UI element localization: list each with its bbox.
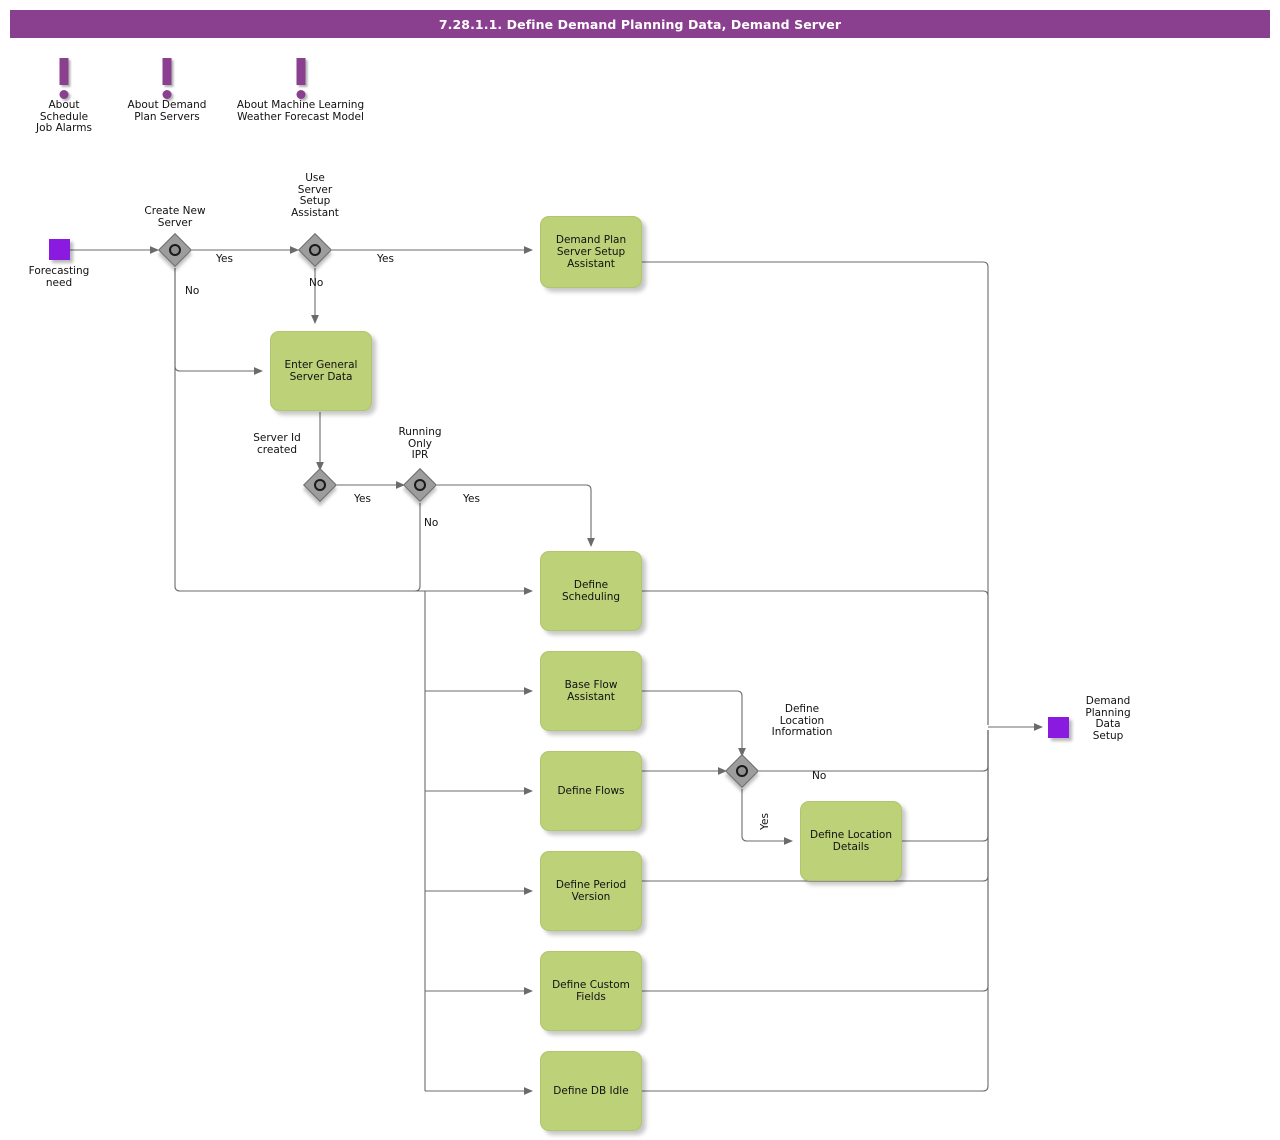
gateway-running-only-ipr-label: Running Only IPR xyxy=(398,426,442,461)
annotation-ml-weather-forecast[interactable]: About Machine Learning Weather Forecast … xyxy=(223,56,378,123)
gateway-define-location-information[interactable] xyxy=(725,754,759,788)
gateway-use-server-setup-assistant-label: Use Server Setup Assistant xyxy=(291,172,339,219)
inclusive-gateway-ring-icon xyxy=(314,479,326,491)
flow-label-use-assistant-yes: Yes xyxy=(377,253,394,265)
flow-label-location-info-no: No xyxy=(812,770,827,782)
flow-label-use-assistant-no: No xyxy=(309,277,324,289)
gateway-server-id-created-label: Server Id created xyxy=(253,432,301,456)
start-event-forecasting-need[interactable] xyxy=(49,239,70,260)
task-demand-plan-server-setup-assistant[interactable]: Demand Plan Server Setup Assistant xyxy=(540,216,642,288)
exclamation-icon xyxy=(14,56,114,100)
gateway-create-new-server[interactable] xyxy=(158,233,192,267)
task-label: Base Flow Assistant xyxy=(564,679,618,703)
exclamation-icon xyxy=(223,56,378,100)
task-label: Define Period Version xyxy=(555,879,627,903)
flow-label-running-only-ipr-no: No xyxy=(424,517,439,529)
gateway-create-new-server-label: Create New Server xyxy=(144,205,206,229)
task-label: Define Scheduling xyxy=(561,579,621,603)
flow-label-server-id-created-yes: Yes xyxy=(354,493,371,505)
diagram-canvas: 7.28.1.1. Define Demand Planning Data, D… xyxy=(0,0,1280,1140)
inclusive-gateway-ring-icon xyxy=(169,244,181,256)
flow-label-running-only-ipr-yes: Yes xyxy=(463,493,480,505)
annotation-label: About Schedule Job Alarms xyxy=(36,99,92,134)
task-define-location-details[interactable]: Define Location Details xyxy=(800,801,902,881)
gateway-use-server-setup-assistant[interactable] xyxy=(298,233,332,267)
task-enter-general-server-data[interactable]: Enter General Server Data xyxy=(270,331,372,411)
task-label: Demand Plan Server Setup Assistant xyxy=(555,234,627,270)
task-define-scheduling[interactable]: Define Scheduling xyxy=(540,551,642,631)
annotation-schedule-job-alarms[interactable]: About Schedule Job Alarms xyxy=(14,56,114,135)
task-label: Define Custom Fields xyxy=(552,979,630,1003)
start-event-label: Forecasting need xyxy=(28,265,90,289)
task-label: Enter General Server Data xyxy=(284,359,358,383)
page-title: 7.28.1.1. Define Demand Planning Data, D… xyxy=(438,16,842,32)
gateway-running-only-ipr[interactable] xyxy=(403,468,437,502)
end-event-label: Demand Planning Data Setup xyxy=(1085,695,1131,742)
task-define-db-idle[interactable]: Define DB Idle xyxy=(540,1051,642,1131)
gateway-server-id-created[interactable] xyxy=(303,468,337,502)
task-define-period-version[interactable]: Define Period Version xyxy=(540,851,642,931)
annotation-demand-plan-servers[interactable]: About Demand Plan Servers xyxy=(112,56,222,123)
task-label: Define Location Details xyxy=(809,829,893,853)
task-label: Define Flows xyxy=(557,785,625,797)
gateway-define-location-information-label: Define Location Information xyxy=(771,703,833,738)
page-title-bar: 7.28.1.1. Define Demand Planning Data, D… xyxy=(10,10,1270,38)
inclusive-gateway-ring-icon xyxy=(736,765,748,777)
task-define-custom-fields[interactable]: Define Custom Fields xyxy=(540,951,642,1031)
exclamation-icon xyxy=(112,56,222,100)
task-base-flow-assistant[interactable]: Base Flow Assistant xyxy=(540,651,642,731)
task-label: Define DB Idle xyxy=(553,1085,629,1097)
inclusive-gateway-ring-icon xyxy=(414,479,426,491)
flow-label-location-info-yes: Yes xyxy=(759,813,771,830)
task-define-flows[interactable]: Define Flows xyxy=(540,751,642,831)
annotation-label: About Machine Learning Weather Forecast … xyxy=(236,99,365,123)
annotation-label: About Demand Plan Servers xyxy=(127,99,207,123)
flow-label-create-new-server-yes: Yes xyxy=(216,253,233,265)
flow-label-create-new-server-no: No xyxy=(185,285,200,297)
inclusive-gateway-ring-icon xyxy=(309,244,321,256)
